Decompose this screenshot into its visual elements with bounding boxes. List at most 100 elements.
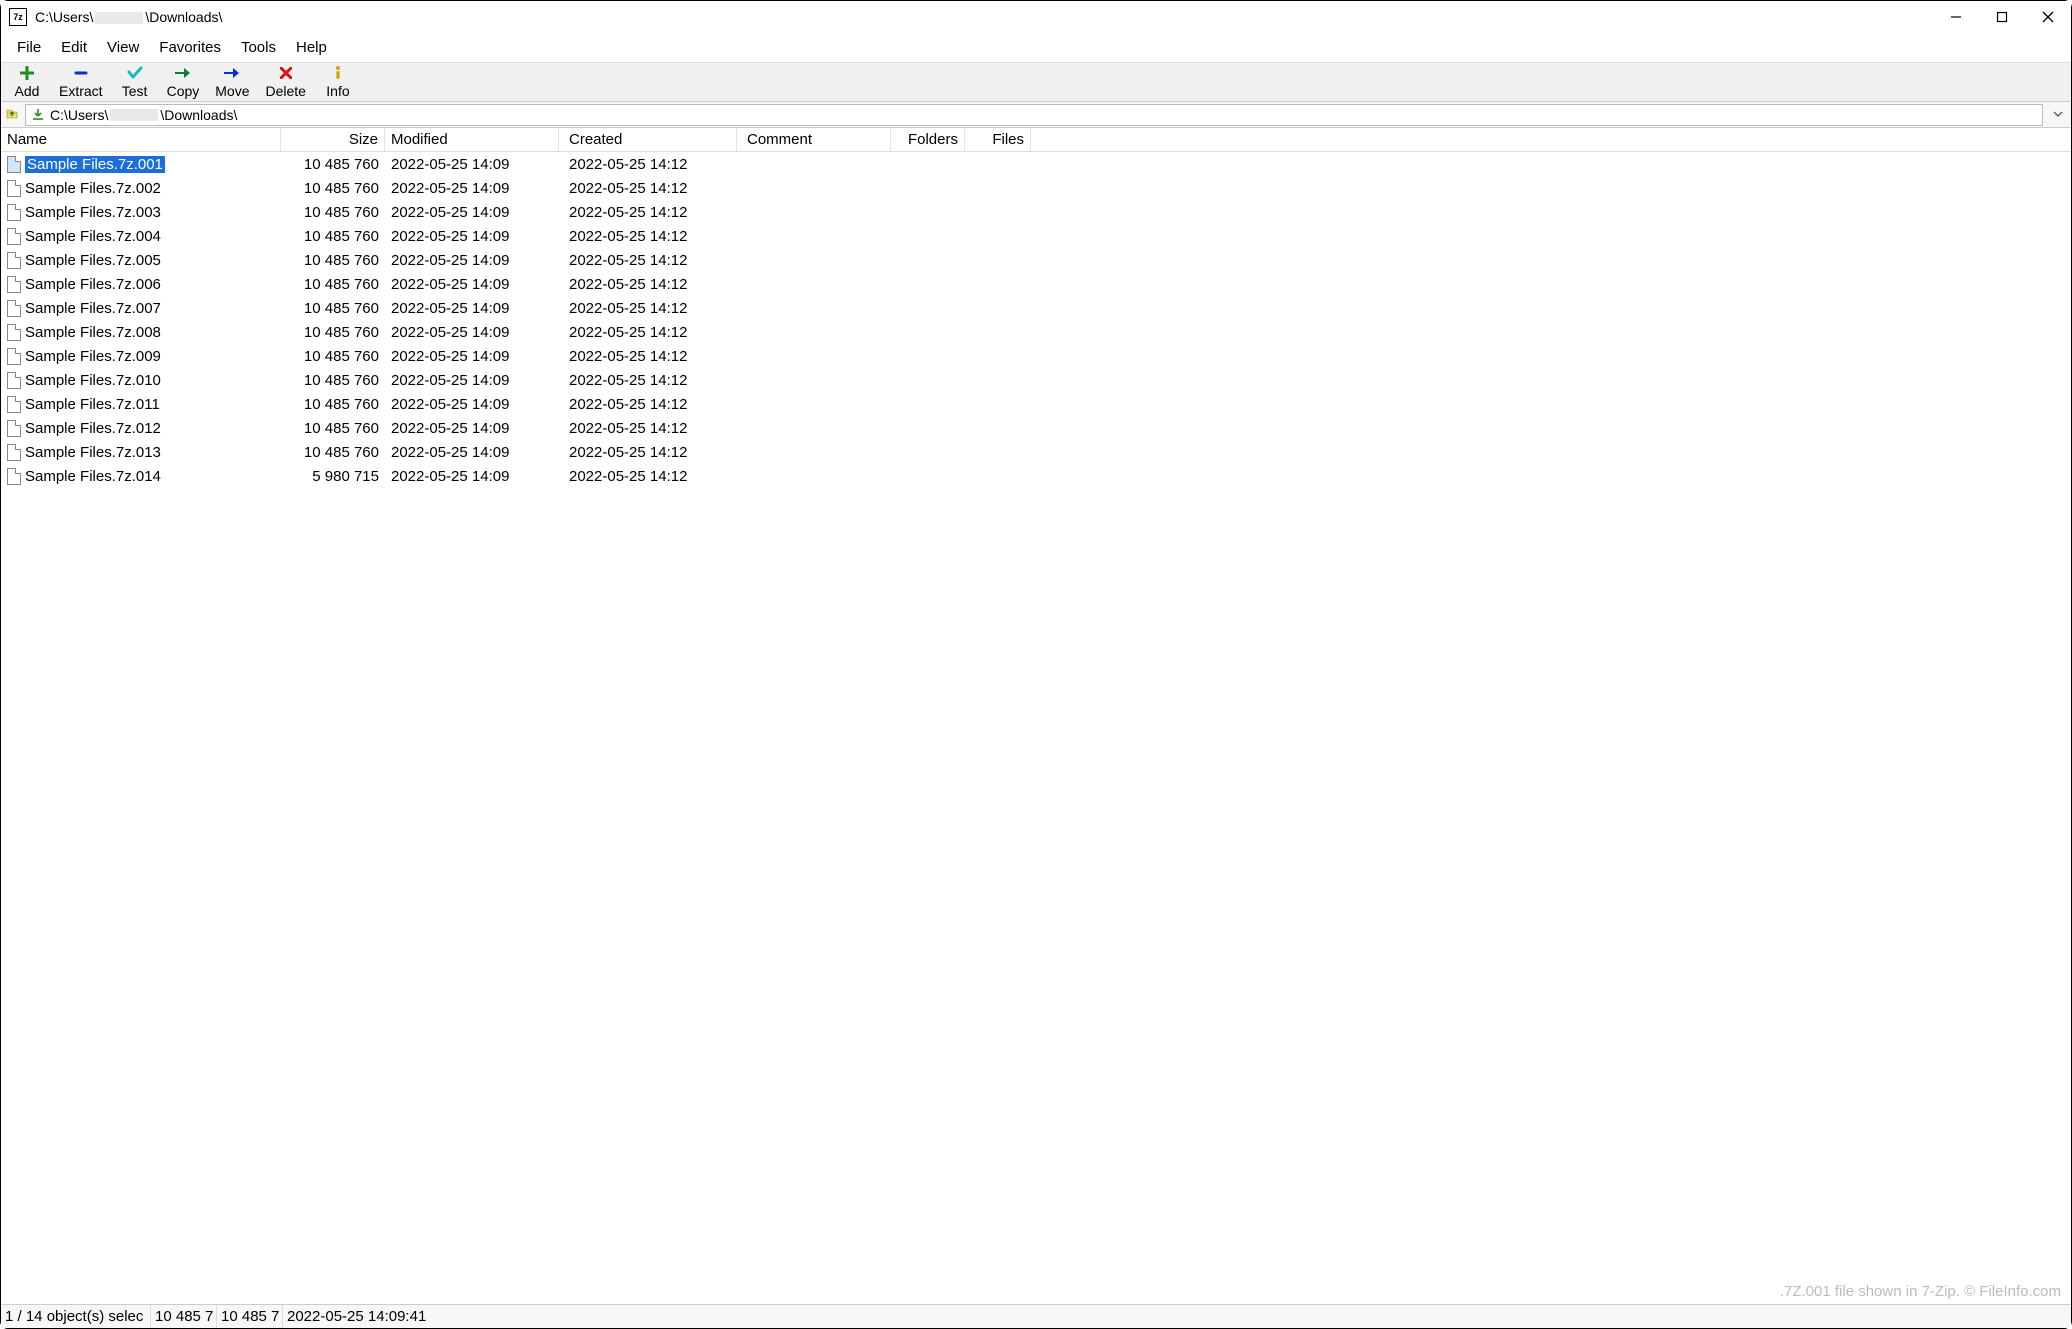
file-icon	[7, 204, 21, 221]
minimize-button[interactable]	[1933, 1, 1979, 33]
cell-modified: 2022-05-25 14:09	[385, 324, 559, 341]
table-row[interactable]: Sample Files.7z.0145 980 7152022-05-25 1…	[1, 464, 2071, 488]
info-icon	[333, 65, 343, 81]
table-row[interactable]: Sample Files.7z.00410 485 7602022-05-25 …	[1, 224, 2071, 248]
table-row[interactable]: Sample Files.7z.01310 485 7602022-05-25 …	[1, 440, 2071, 464]
address-dropdown-icon[interactable]	[2049, 109, 2067, 120]
close-button[interactable]	[2025, 1, 2071, 33]
cell-name: Sample Files.7z.007	[1, 300, 281, 317]
table-row[interactable]: Sample Files.7z.01210 485 7602022-05-25 …	[1, 416, 2071, 440]
column-folders[interactable]: Folders	[891, 128, 965, 151]
cell-modified: 2022-05-25 14:09	[385, 276, 559, 293]
cell-created: 2022-05-25 14:12	[559, 180, 737, 197]
status-bar: 1 / 14 object(s) selec 10 485 7 10 485 7…	[1, 1304, 2071, 1328]
status-size-2: 10 485 7	[217, 1305, 283, 1328]
menu-tools[interactable]: Tools	[231, 37, 286, 58]
table-row[interactable]: Sample Files.7z.00610 485 7602022-05-25 …	[1, 272, 2071, 296]
cell-name: Sample Files.7z.010	[1, 372, 281, 389]
address-input[interactable]: C:\Users\\Downloads\	[25, 104, 2043, 126]
extract-button[interactable]: Extract	[55, 65, 107, 99]
up-folder-icon[interactable]	[5, 106, 19, 123]
table-row[interactable]: Sample Files.7z.00710 485 7602022-05-25 …	[1, 296, 2071, 320]
copy-button[interactable]: Copy	[163, 65, 204, 99]
address-bar: C:\Users\\Downloads\	[1, 102, 2071, 128]
title-redacted	[95, 12, 143, 24]
cell-name: Sample Files.7z.009	[1, 348, 281, 365]
file-name: Sample Files.7z.002	[25, 180, 161, 197]
file-icon	[7, 348, 21, 365]
cell-size: 10 485 760	[281, 396, 385, 413]
add-button[interactable]: Add	[7, 65, 47, 99]
file-icon	[7, 468, 21, 485]
check-icon	[127, 65, 143, 81]
file-name: Sample Files.7z.010	[25, 372, 161, 389]
cell-created: 2022-05-25 14:12	[559, 444, 737, 461]
info-button[interactable]: Info	[318, 65, 358, 99]
table-row[interactable]: Sample Files.7z.011 10 485 760 2022-05-25 …	[1, 392, 2071, 416]
column-name[interactable]: Name	[1, 128, 281, 151]
cell-size: 10 485 760	[281, 180, 385, 197]
cell-size: 10 485 760	[281, 204, 385, 221]
menu-file[interactable]: File	[7, 37, 51, 58]
file-name: Sample Files.7z.009	[25, 348, 161, 365]
column-comment[interactable]: Comment	[737, 128, 891, 151]
test-button[interactable]: Test	[115, 65, 155, 99]
column-modified[interactable]: Modified	[385, 128, 559, 151]
file-icon	[7, 396, 21, 413]
cell-created: 2022-05-25 14:12	[559, 252, 737, 269]
table-row[interactable]: Sample Files.7z.00310 485 7602022-05-25 …	[1, 200, 2071, 224]
table-row[interactable]: Sample Files.7z.00110 485 7602022-05-25 …	[1, 152, 2071, 176]
delete-button[interactable]: Delete	[262, 65, 310, 99]
file-name: Sample Files.7z.013	[25, 444, 161, 461]
table-row[interactable]: Sample Files.7z.00510 485 7602022-05-25 …	[1, 248, 2071, 272]
cell-modified: 2022-05-25 14:09	[385, 156, 559, 173]
move-label: Move	[215, 83, 249, 99]
menu-view[interactable]: View	[97, 37, 149, 58]
file-list[interactable]: Sample Files.7z.00110 485 7602022-05-25 …	[1, 152, 2071, 1304]
cell-modified: 2022-05-25 14:09	[385, 372, 559, 389]
column-size[interactable]: Size	[281, 128, 385, 151]
cell-name: Sample Files.7z.005	[1, 252, 281, 269]
copy-label: Copy	[167, 83, 200, 99]
cell-created: 2022-05-25 14:12	[559, 468, 737, 485]
file-icon	[7, 300, 21, 317]
cell-name: Sample Files.7z.011	[1, 396, 281, 413]
delete-label: Delete	[266, 83, 306, 99]
toolbar: Add Extract Test Copy Move Delete Info	[1, 62, 2071, 102]
cell-created: 2022-05-25 14:12	[559, 396, 737, 413]
table-row[interactable]: Sample Files.7z.00210 485 7602022-05-25 …	[1, 176, 2071, 200]
cell-created: 2022-05-25 14:12	[559, 420, 737, 437]
maximize-button[interactable]	[1979, 1, 2025, 33]
add-label: Add	[15, 83, 40, 99]
menu-favorites[interactable]: Favorites	[149, 37, 231, 58]
move-button[interactable]: Move	[211, 65, 253, 99]
column-header: Name Size Modified Created Comment Folde…	[1, 128, 2071, 152]
title-suffix: \Downloads\	[145, 9, 222, 25]
cell-name: Sample Files.7z.002	[1, 180, 281, 197]
cell-modified: 2022-05-25 14:09	[385, 420, 559, 437]
copy-arrow-icon	[174, 65, 192, 81]
cell-name: Sample Files.7z.003	[1, 204, 281, 221]
file-icon	[7, 420, 21, 437]
table-row[interactable]: Sample Files.7z.01010 485 7602022-05-25 …	[1, 368, 2071, 392]
menu-help[interactable]: Help	[286, 37, 337, 58]
table-row[interactable]: Sample Files.7z.00810 485 7602022-05-25 …	[1, 320, 2071, 344]
file-icon	[7, 228, 21, 245]
menu-edit[interactable]: Edit	[51, 37, 97, 58]
column-created[interactable]: Created	[559, 128, 737, 151]
title-bar: 7z C:\Users\\Downloads\	[1, 1, 2071, 33]
cell-modified: 2022-05-25 14:09	[385, 180, 559, 197]
table-row[interactable]: Sample Files.7z.00910 485 7602022-05-25 …	[1, 344, 2071, 368]
cell-size: 10 485 760	[281, 252, 385, 269]
cell-name: Sample Files.7z.006	[1, 276, 281, 293]
cell-created: 2022-05-25 14:12	[559, 300, 737, 317]
title-prefix: C:\Users\	[35, 9, 93, 25]
column-files[interactable]: Files	[965, 128, 1031, 151]
cell-modified: 2022-05-25 14:09	[385, 252, 559, 269]
cell-name: Sample Files.7z.008	[1, 324, 281, 341]
cell-size: 5 980 715	[281, 468, 385, 485]
status-size-1: 10 485 7	[151, 1305, 217, 1328]
minus-icon	[74, 65, 88, 81]
file-name: Sample Files.7z.011	[25, 396, 160, 413]
file-icon	[7, 324, 21, 341]
